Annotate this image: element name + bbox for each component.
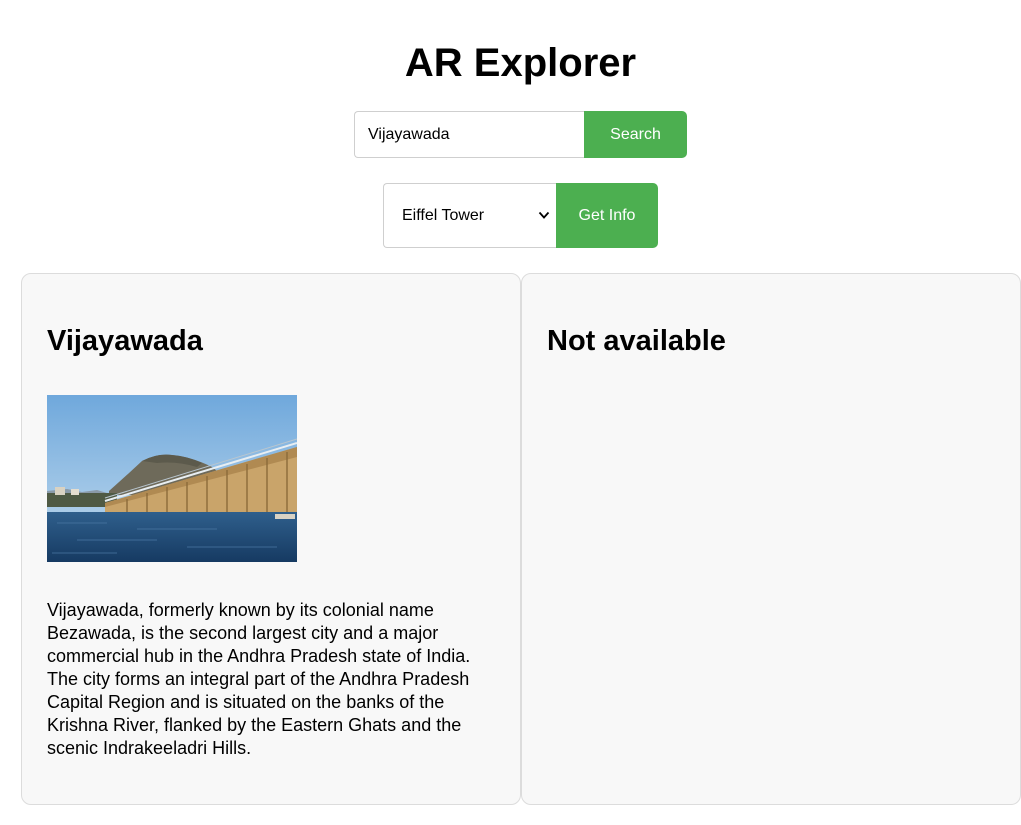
get-info-button[interactable]: Get Info xyxy=(556,183,658,248)
place-select-value: Eiffel Tower xyxy=(402,207,485,224)
city-description: Vijayawada, formerly known by its coloni… xyxy=(47,600,471,758)
search-input[interactable] xyxy=(354,111,584,158)
city-image xyxy=(47,395,297,562)
place-select[interactable]: Eiffel Tower xyxy=(383,183,556,248)
search-button[interactable]: Search xyxy=(584,111,687,158)
place-heading: Not available xyxy=(547,325,726,357)
search-bar: Search xyxy=(354,111,687,158)
city-info-panel: Vijayawada Vijayawada, formerly known by… xyxy=(21,273,521,805)
city-heading: Vijayawada xyxy=(47,325,203,357)
place-selector-row: Eiffel Tower Get Info xyxy=(383,183,658,248)
page-title: AR Explorer xyxy=(404,41,637,85)
chevron-down-icon xyxy=(538,211,550,219)
place-info-panel: Not available xyxy=(521,273,1021,805)
